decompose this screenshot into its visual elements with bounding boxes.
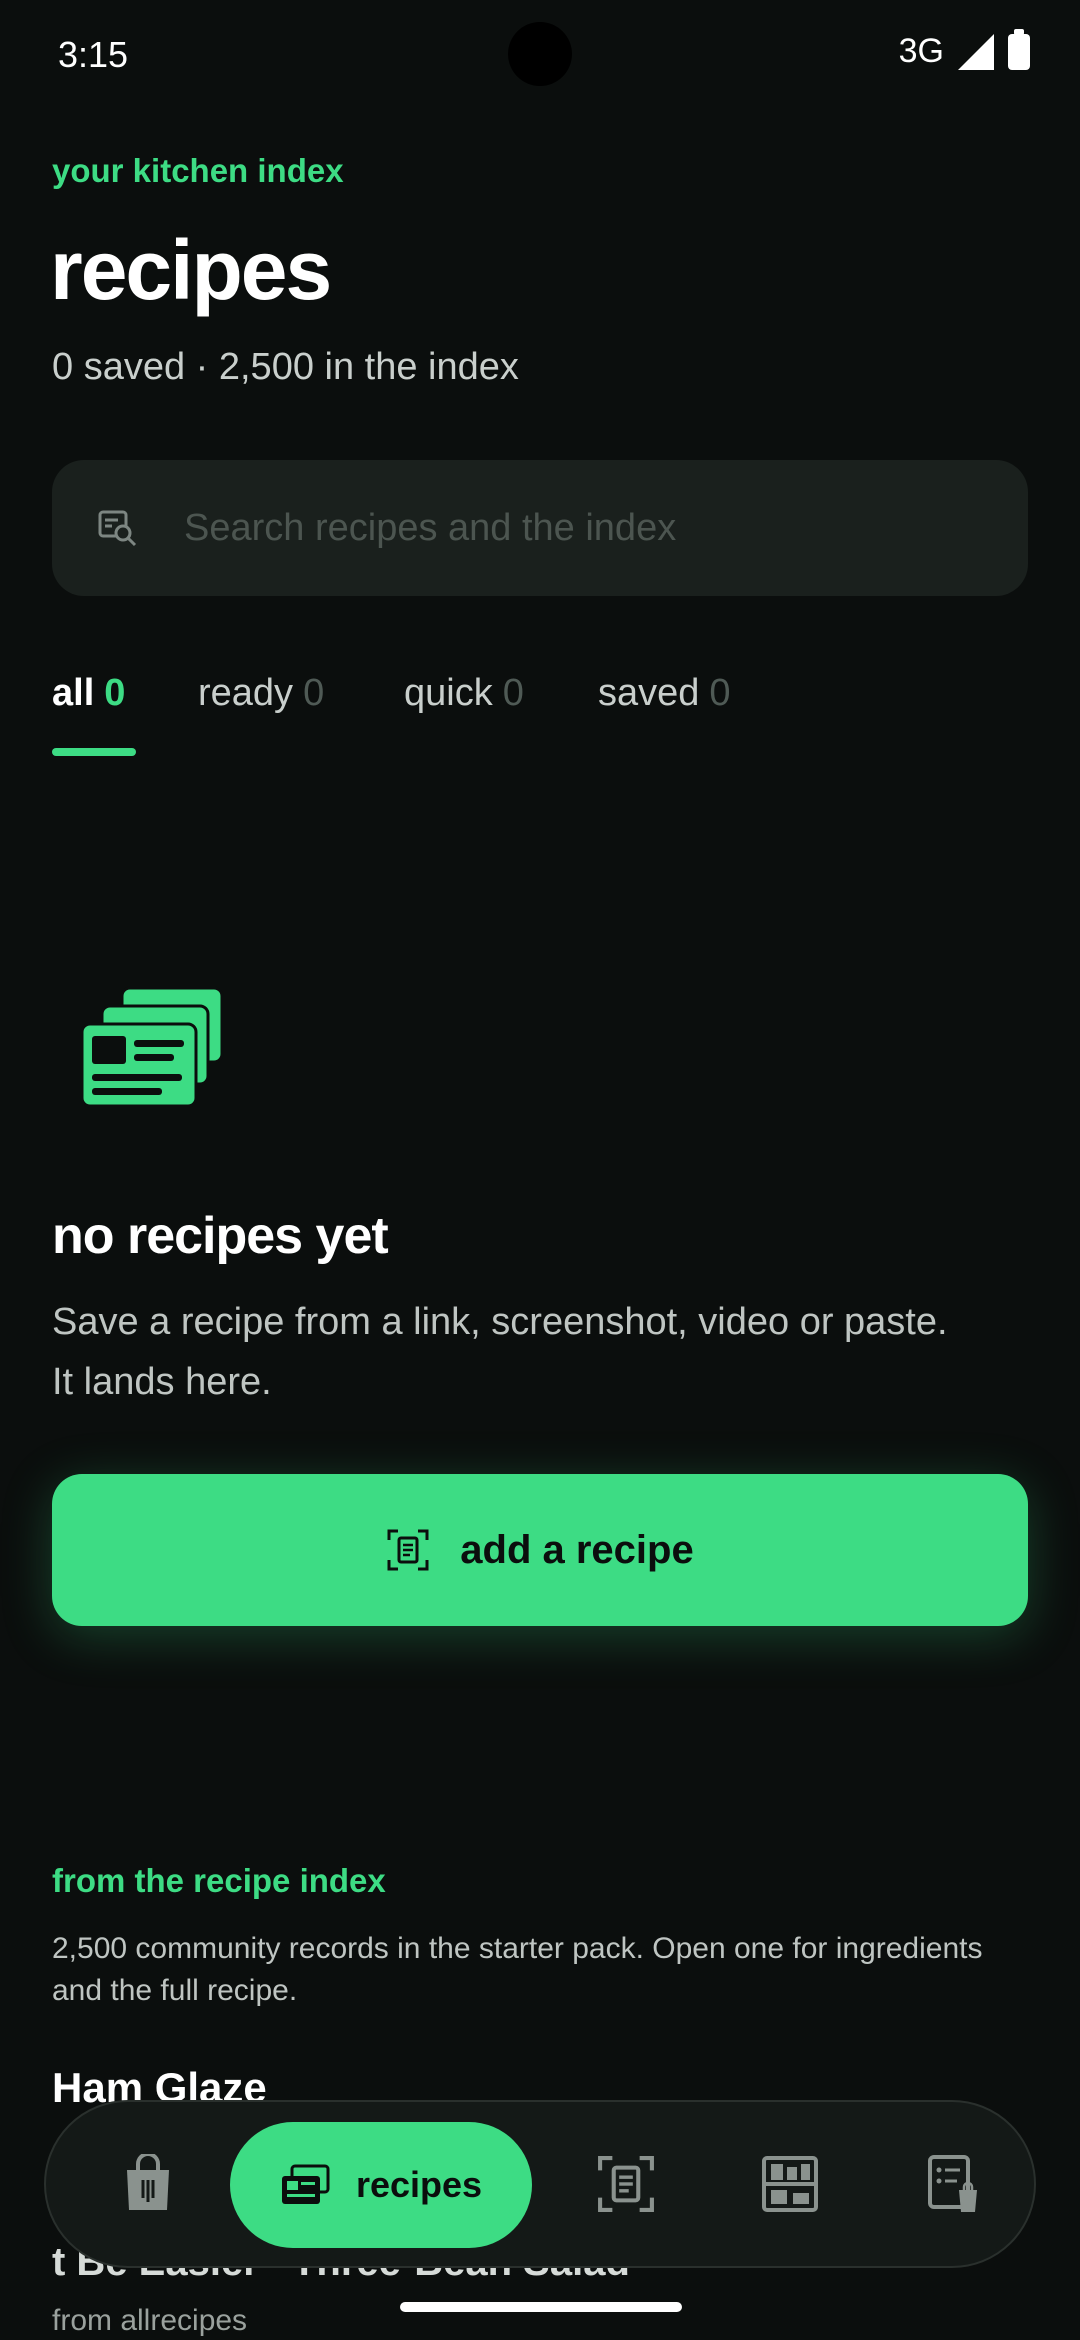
tab-count: 0: [303, 672, 325, 714]
shopping-list-icon: [928, 2155, 977, 2212]
recipe-index-description: 2,500 community records in the starter p…: [52, 1932, 983, 2007]
page-title: recipes: [50, 223, 332, 317]
grocery-bag-icon: [127, 2154, 169, 2210]
header-eyebrow: your kitchen index: [52, 152, 344, 189]
home-indicator[interactable]: [400, 2302, 682, 2312]
nav-pantry[interactable]: [748, 2142, 832, 2226]
nav-shopping-list[interactable]: [912, 2142, 996, 2226]
page-subtitle: 0 saved · 2,500 in the index: [52, 346, 519, 388]
scan-recipe-icon: [598, 2156, 654, 2212]
tab-label: saved: [598, 672, 700, 714]
battery-icon: [1008, 28, 1030, 70]
add-recipe-label: add a recipe: [460, 1527, 694, 1572]
signal-icon: [958, 33, 994, 70]
tab-saved[interactable]: saved 0: [598, 672, 731, 715]
tab-count: 0: [502, 672, 524, 714]
recipe-cards-icon: [80, 986, 224, 1108]
tab-quick[interactable]: quick 0: [404, 672, 524, 715]
bottom-navigation: recipes: [44, 2100, 1036, 2268]
tab-ready[interactable]: ready 0: [198, 672, 324, 715]
pantry-icon: [762, 2156, 818, 2212]
tab-label: quick: [404, 672, 493, 714]
nav-scan[interactable]: [584, 2142, 668, 2226]
tab-label: all: [52, 672, 95, 714]
search-bar[interactable]: [52, 460, 1028, 596]
nav-grocery[interactable]: [106, 2142, 190, 2226]
active-tab-indicator: [52, 748, 136, 756]
network-type: 3G: [898, 32, 944, 70]
status-indicators: 3G: [898, 28, 1030, 71]
camera-cutout: [508, 22, 572, 86]
tab-count: 0: [104, 672, 126, 714]
tab-label: ready: [198, 672, 294, 714]
scan-recipe-icon: [387, 1529, 429, 1571]
add-recipe-button[interactable]: add a recipe: [52, 1474, 1028, 1626]
tab-all[interactable]: all 0: [52, 672, 125, 715]
status-time: 3:15: [58, 34, 129, 75]
empty-state-title: no recipes yet: [52, 1207, 389, 1265]
empty-state-text: Save a recipe from a link, screenshot, v…: [52, 1301, 948, 1403]
recipe-index-heading: from the recipe index: [52, 1862, 386, 1899]
tab-count: 0: [709, 672, 731, 714]
search-input[interactable]: [184, 460, 1004, 596]
recipe-cards-icon: [281, 2164, 330, 2204]
recipe-source: from allrecipes: [52, 2304, 248, 2337]
nav-recipes-label: recipes: [355, 2164, 483, 2205]
search-recipe-icon: [98, 510, 137, 547]
status-bar: 3:15 3G: [0, 0, 1080, 110]
nav-recipes[interactable]: recipes: [230, 2122, 532, 2248]
